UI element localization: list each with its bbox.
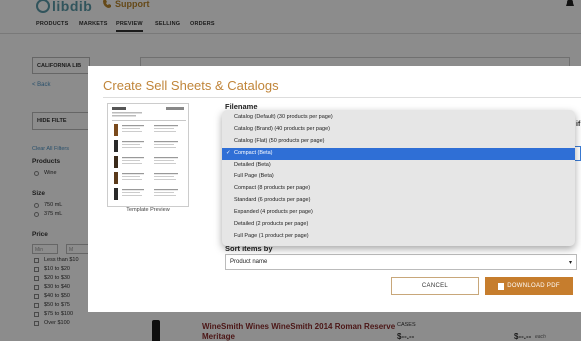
title-divider — [103, 97, 581, 98]
sort-by-select[interactable]: Product name ▾ — [225, 254, 577, 270]
modal-title: Create Sell Sheets & Catalogs — [103, 78, 279, 93]
template-option[interactable]: Detailed (Beta) — [222, 160, 575, 172]
template-option[interactable]: Full Page (Beta) — [222, 171, 575, 183]
template-option[interactable]: Compact (8 products per page) — [222, 183, 575, 195]
template-option[interactable]: Catalog (Flat) (50 products per page) — [222, 136, 575, 148]
option-label: Detailed (2 products per page) — [234, 221, 309, 228]
template-option[interactable]: Catalog (Default) (30 products per page) — [222, 112, 575, 124]
option-label: Catalog (Brand) (40 products per page) — [234, 125, 330, 132]
template-preview — [107, 103, 189, 207]
option-label: Full Page (Beta) — [234, 173, 274, 180]
download-pdf-label: DOWNLOAD PDF — [507, 283, 560, 289]
option-label: Compact (8 products per page) — [234, 185, 311, 192]
option-label: Catalog (Default) (30 products per page) — [234, 114, 333, 120]
template-select-edge[interactable] — [575, 146, 581, 161]
template-dropdown: Catalog (Default) (30 products per page)… — [222, 110, 575, 246]
template-option[interactable]: Detailed (2 products per page) — [222, 219, 575, 231]
option-label: Standard (6 products per page) — [234, 197, 311, 204]
template-preview-caption: Template Preview — [126, 207, 170, 213]
template-option-selected[interactable]: ✓ Compact (Beta) — [222, 147, 575, 160]
template-option[interactable]: Standard (6 products per page) — [222, 195, 575, 207]
sort-by-value: Product name — [230, 259, 268, 265]
option-label: Full Page (1 product per page) — [234, 232, 309, 239]
option-label: Catalog (Flat) (50 products per page) — [234, 137, 325, 144]
template-option[interactable]: Full Page (1 product per page) — [222, 231, 575, 243]
truncated-label: if — [576, 121, 581, 128]
download-pdf-button[interactable]: DOWNLOAD PDF — [485, 277, 573, 295]
template-preview-thumbnail-icon — [112, 107, 186, 200]
checkmark-icon: ✓ — [226, 149, 231, 156]
option-label: Compact (Beta) — [234, 149, 273, 156]
template-option[interactable]: Expanded (4 products per page) — [222, 207, 575, 219]
template-option[interactable]: Catalog (Brand) (40 products per page) — [222, 124, 575, 136]
cancel-button[interactable]: CANCEL — [391, 277, 479, 295]
chevron-down-icon: ▾ — [568, 260, 572, 266]
option-label: Expanded (4 products per page) — [234, 209, 313, 216]
pdf-file-icon — [498, 282, 505, 290]
option-label: Detailed (Beta) — [234, 161, 271, 168]
